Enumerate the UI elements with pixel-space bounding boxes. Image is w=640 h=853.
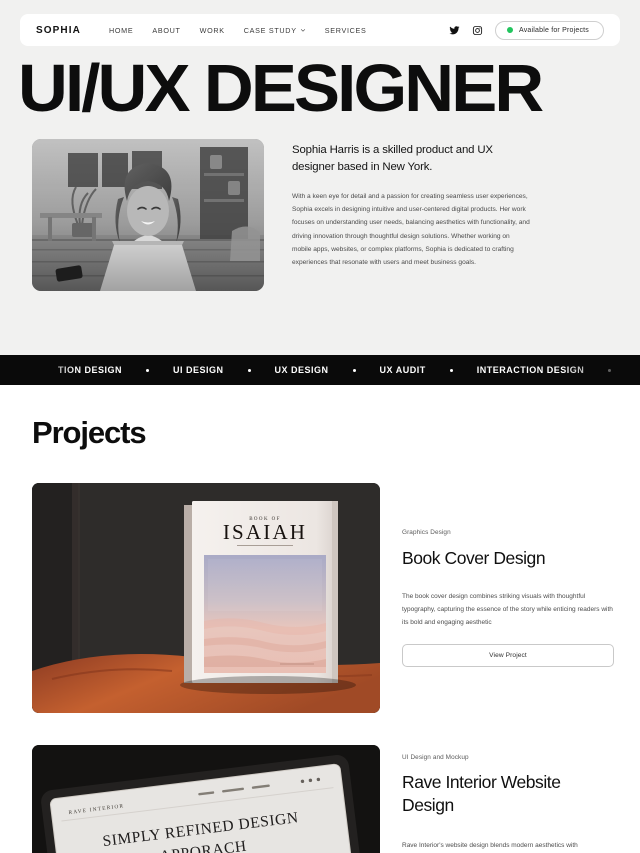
project-card-book-cover: BOOK OF ISAIAH Graphics Design Book Cove… [0, 451, 640, 713]
project-card-rave-interior: RAVE INTERIOR SIMPLY REFINED DESIGN APPO… [0, 713, 640, 853]
marquee-separator-dot-icon [352, 368, 356, 372]
top-navigation-bar: SOPHIA HOME ABOUT WORK CASE STUDY SERVIC… [20, 14, 620, 46]
projects-section: Projects BOOK OF ISAIAH Graphics Design … [0, 385, 640, 853]
project-title: Book Cover Design [402, 548, 546, 568]
marquee-track: TION DESIGN UI DESIGN UX DESIGN UX AUDIT… [0, 365, 640, 375]
svg-text:ISAIAH: ISAIAH [223, 520, 307, 544]
status-dot-icon [506, 27, 513, 33]
hero-paragraph-text: With a keen eye for detail and a passion… [292, 192, 530, 266]
project-description: The book cover design combines striking … [402, 593, 613, 627]
marquee-item: UX AUDIT [379, 365, 426, 375]
tablet-mockup-graphic: RAVE INTERIOR SIMPLY REFINED DESIGN APPO… [32, 745, 380, 853]
marquee-separator-dot-icon [449, 368, 453, 372]
availability-label: Available for Projects [518, 26, 589, 34]
project-category: UI Design and Mockup [402, 754, 469, 761]
instagram-icon[interactable] [472, 25, 483, 36]
marquee-item: UI DESIGN [173, 365, 224, 375]
page-title: UI/UX DESIGNER [18, 51, 544, 126]
nav-item-about[interactable]: ABOUT [152, 26, 180, 35]
availability-badge[interactable]: Available for Projects [494, 20, 604, 40]
view-project-button[interactable]: View Project [402, 644, 614, 668]
project-title: Rave Interior Website Design [402, 772, 561, 816]
hero-body: Sophia Harris is a skilled product and U… [0, 120, 640, 291]
brand-logo[interactable]: SOPHIA [36, 25, 81, 36]
hero-lead-text: Sophia Harris is a skilled product and U… [292, 143, 493, 174]
portfolio-page: SOPHIA HOME ABOUT WORK CASE STUDY SERVIC… [0, 0, 640, 853]
nav-item-services[interactable]: SERVICES [325, 26, 367, 35]
project-image-rave-interior[interactable]: RAVE INTERIOR SIMPLY REFINED DESIGN APPO… [32, 745, 380, 853]
project-info-rave-interior: UI Design and Mockup Rave Interior Websi… [402, 745, 614, 853]
marquee-item: UI DESIGN [635, 365, 640, 375]
marquee-item: TION DESIGN [58, 365, 123, 375]
marquee-item: UX DESIGN [274, 365, 329, 375]
book-cover-mockup-graphic: BOOK OF ISAIAH [32, 483, 380, 713]
hero-section: SOPHIA HOME ABOUT WORK CASE STUDY SERVIC… [0, 0, 640, 355]
project-image-book-cover[interactable]: BOOK OF ISAIAH [32, 483, 380, 713]
marquee-separator-dot-icon [247, 368, 251, 372]
project-info-book-cover: Graphics Design Book Cover Design The bo… [402, 483, 614, 713]
twitter-icon[interactable] [449, 25, 460, 36]
nav-right-group: Available for Projects [449, 20, 604, 40]
nav-item-case-study-label: CASE STUDY [243, 25, 297, 35]
projects-heading: Projects [32, 415, 147, 450]
nav-item-case-study[interactable]: CASE STUDY [244, 26, 306, 35]
chevron-down-icon [300, 29, 305, 32]
services-marquee: TION DESIGN UI DESIGN UX DESIGN UX AUDIT… [0, 355, 640, 385]
project-description: Rave Interior's website design blends mo… [402, 841, 578, 849]
marquee-separator-dot-icon [608, 368, 612, 372]
nav-item-work[interactable]: WORK [200, 26, 225, 35]
nav-item-home[interactable]: HOME [109, 26, 133, 35]
marquee-item: INTERACTION DESIGN [476, 365, 585, 375]
nav-links: HOME ABOUT WORK CASE STUDY SERVICES [109, 26, 367, 35]
marquee-separator-dot-icon [146, 368, 150, 372]
hero-portrait-photo [32, 138, 264, 291]
hero-photo-graphic [32, 138, 264, 291]
hero-text-block: Sophia Harris is a skilled product and U… [292, 139, 537, 291]
project-category: Graphics Design [402, 529, 451, 536]
